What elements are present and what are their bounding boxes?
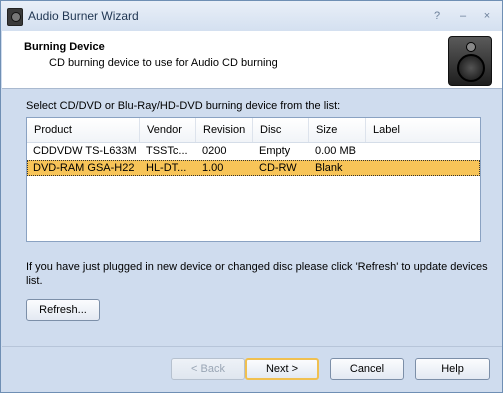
list-header: Product Vendor Revision Disc Size Label [27, 118, 480, 143]
cell-size: Blank [315, 162, 343, 174]
title-bar[interactable]: Audio Burner Wizard ? – × [1, 1, 502, 31]
column-product[interactable]: Product [27, 118, 140, 142]
wizard-header: Burning Device CD burning device to use … [2, 31, 502, 89]
header-title: Burning Device [24, 41, 105, 53]
list-item-selected[interactable]: DVD-RAM GSA-H22L HL-DT... 1.00 CD-RW Bla… [27, 160, 480, 176]
next-button[interactable]: Next > [245, 358, 319, 380]
device-list-label: Select CD/DVD or Blu-Ray/HD-DVD burning … [26, 100, 341, 112]
cell-disc: Empty [259, 145, 291, 157]
window-title: Audio Burner Wizard [28, 9, 139, 23]
column-size[interactable]: Size [309, 118, 366, 142]
minimize-button[interactable]: – [456, 10, 470, 22]
help-button[interactable]: Help [415, 358, 490, 380]
column-vendor[interactable]: Vendor [140, 118, 196, 142]
help-title-button[interactable]: ? [430, 10, 444, 22]
cell-vendor: TSSTc... [146, 145, 188, 157]
column-revision[interactable]: Revision [196, 118, 253, 142]
list-item[interactable]: CDDVDW TS-L633M TSSTc... 0200 Empty 0.00… [27, 143, 480, 159]
cell-size: 0.00 MB [315, 145, 356, 157]
cell-disc: CD-RW [259, 162, 297, 174]
cancel-button[interactable]: Cancel [330, 358, 404, 380]
cell-revision: 0200 [202, 145, 227, 157]
cell-product: DVD-RAM GSA-H22L [33, 162, 134, 174]
header-subtitle: CD burning device to use for Audio CD bu… [49, 57, 278, 69]
cell-revision: 1.00 [202, 162, 224, 174]
wizard-window: Audio Burner Wizard ? – × Burning Device… [0, 0, 503, 393]
column-disc[interactable]: Disc [253, 118, 309, 142]
column-label[interactable]: Label [366, 118, 479, 142]
speaker-icon [448, 36, 492, 86]
cell-vendor: HL-DT... [146, 162, 187, 174]
back-button[interactable]: < Back [171, 358, 245, 380]
cell-product: CDDVDW TS-L633M [33, 145, 137, 157]
info-text: If you have just plugged in new device o… [26, 261, 488, 287]
refresh-button[interactable]: Refresh... [26, 299, 100, 321]
button-separator [2, 346, 502, 347]
device-list[interactable]: Product Vendor Revision Disc Size Label … [26, 117, 481, 242]
speaker-app-icon [7, 8, 23, 26]
close-button[interactable]: × [480, 10, 494, 22]
